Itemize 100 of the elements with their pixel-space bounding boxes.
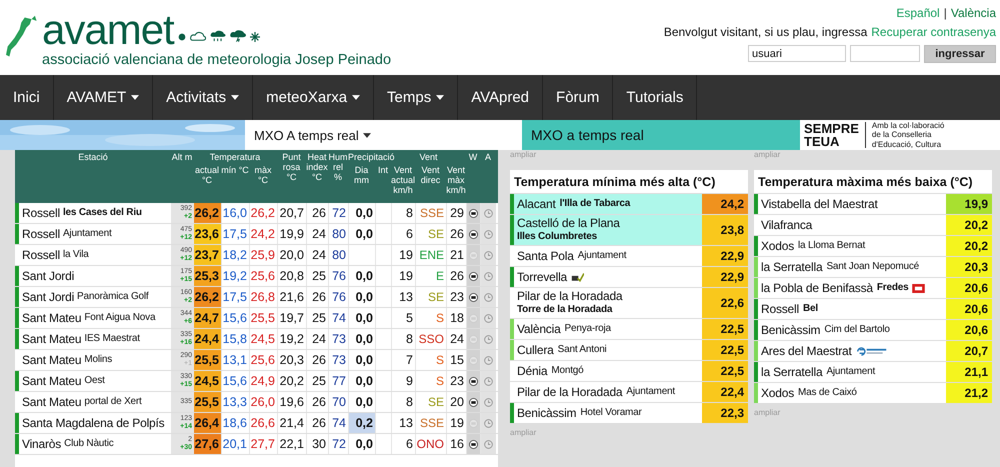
table-cell: 19,9	[277, 224, 306, 244]
station-name: Xodos	[761, 386, 794, 400]
clock-icon[interactable]	[484, 208, 493, 218]
ranking-row[interactable]: Pilar de la Horadada Ajuntament 22,4	[510, 382, 748, 403]
clock-icon[interactable]	[484, 292, 493, 302]
table-cell: SE	[415, 392, 446, 412]
table-cell: 26	[306, 350, 328, 370]
ranking-row[interactable]: Vistabella del Maestrat 19,9	[754, 194, 992, 215]
table-cell: 19,7	[277, 308, 306, 328]
clock-icon[interactable]	[484, 376, 493, 386]
ranking-row[interactable]: Torrevella 22,9	[510, 267, 748, 288]
ranking-row[interactable]: Benicàssim Hotel Voramar 22,3	[510, 403, 748, 424]
caret-icon	[362, 132, 371, 138]
precipitation-cell: 0,0	[348, 224, 375, 244]
table-cell: 20,2	[277, 371, 306, 391]
table-cell: ENE	[415, 245, 446, 265]
temperature-cell: 24,5	[193, 371, 221, 391]
clock-icon[interactable]	[484, 230, 493, 238]
ranking-row[interactable]: Cullera Sant Antoni 22,5	[510, 340, 748, 361]
station-detail: la Vila	[62, 248, 89, 262]
camera-icon[interactable]	[469, 292, 478, 302]
ranking-row[interactable]: Castelló de la Plana Illes Columbretes 23,8	[510, 215, 748, 246]
station-name: Rossell	[761, 302, 799, 316]
table-cell: 24,2	[249, 224, 277, 244]
table-cell: 26	[306, 287, 328, 307]
temperature-value: 20,2	[946, 215, 992, 235]
table-cell: 24,9	[249, 371, 277, 391]
table-cell: S	[415, 371, 446, 391]
clock-icon[interactable]	[484, 250, 493, 260]
ranking-row[interactable]: Xodos Mas de Caixó 21,2	[754, 383, 992, 404]
camera-icon[interactable]	[469, 230, 478, 238]
ranking-row[interactable]: Santa Pola Ajuntament 22,9	[510, 246, 748, 267]
cloud-icon	[190, 30, 207, 42]
logo-text[interactable]: avamet	[42, 12, 174, 48]
clock-icon[interactable]	[484, 398, 493, 406]
station-detail: la Lloma Bernat	[798, 239, 866, 253]
clock-icon[interactable]	[484, 334, 493, 344]
column-header: mín °C	[221, 164, 249, 177]
section-dropdown[interactable]: MXO A temps real	[245, 120, 522, 150]
table-cell: SE	[415, 287, 446, 307]
station-name: Benicàssim	[761, 323, 820, 337]
precipitation-cell: 0,0	[348, 266, 375, 286]
camera-icon[interactable]	[469, 272, 478, 280]
table-cell: 19	[391, 245, 415, 265]
clock-icon[interactable]	[484, 356, 493, 364]
table-cell: 80	[328, 245, 348, 265]
station-name: Rossell	[22, 248, 60, 262]
table-cell: 13	[391, 413, 415, 433]
ranking-row[interactable]: Dénia Montgó 22,5	[510, 361, 748, 382]
station-detail: les Cases del Riu	[62, 206, 142, 220]
temperature-cell: 25,3	[193, 266, 221, 286]
table-cell: 9	[391, 371, 415, 391]
temperature-value: 22,5	[702, 361, 748, 381]
table-cell: 70	[328, 392, 348, 412]
station-detail: IES Maestrat	[84, 332, 140, 346]
table-cell: 8	[391, 329, 415, 349]
clock-icon[interactable]	[484, 272, 493, 280]
ranking-row[interactable]: Rossell Bel 20,6	[754, 299, 992, 320]
language-link[interactable]: València	[950, 6, 996, 20]
password-field[interactable]	[850, 45, 920, 62]
clock-icon[interactable]	[484, 418, 493, 428]
table-cell: 17,5	[221, 224, 249, 244]
station-detail: Molins	[84, 353, 112, 367]
badge-icon	[912, 284, 926, 292]
login-button[interactable]: ingressar	[924, 45, 996, 63]
ranking-row[interactable]: Ares del Maestrat 20,7	[754, 341, 992, 362]
table-cell: 5	[391, 308, 415, 328]
table-cell: 6	[391, 434, 415, 454]
wave-logo-icon	[856, 346, 888, 356]
ranking-row[interactable]: València Penya-roja 22,5	[510, 319, 748, 340]
ranking-row[interactable]: Alacant l'Illa de Tabarca 24,2	[510, 194, 748, 215]
temperature-value: 20,3	[946, 257, 992, 277]
temperature-value: 20,7	[946, 341, 992, 361]
station-name: Sant Jordi	[22, 269, 74, 283]
table-cell: 21,4	[277, 413, 306, 433]
camera-icon[interactable]	[469, 398, 478, 406]
ranking-row[interactable]: la Serratella Ajuntament 21,1	[754, 362, 992, 383]
ranking-row[interactable]: la Serratella Sant Joan Nepomucé 20,3	[754, 257, 992, 278]
camera-icon[interactable]	[469, 208, 478, 218]
section-tab[interactable]: MXO a temps real	[522, 120, 800, 150]
clock-icon[interactable]	[484, 314, 493, 322]
camera-icon[interactable]	[469, 376, 478, 386]
ranking-row[interactable]: Xodos la Lloma Bernat 20,2	[754, 236, 992, 257]
station-detail: Club Nàutic	[64, 437, 114, 451]
table-cell: 20,8	[277, 266, 306, 286]
clock-icon[interactable]	[484, 440, 493, 448]
camera-icon[interactable]	[469, 440, 478, 448]
ranking-row[interactable]: la Pobla de Benifassà Fredes 20,6	[754, 278, 992, 299]
username-field[interactable]: usuari	[748, 45, 846, 62]
ranking-row[interactable]: Vilafranca 20,2	[754, 215, 992, 236]
station-name: Castelló de la Plana	[517, 216, 620, 230]
ranking-row[interactable]: Benicàssim Cim del Bartolo 20,6	[754, 320, 992, 341]
ranking-row[interactable]: Pilar de la Horadada Torre de la Horadada 22,6	[510, 288, 748, 319]
table-cell: 22,1	[277, 434, 306, 454]
table-cell: 26,2	[249, 203, 277, 223]
storm-icon	[230, 30, 247, 42]
precipitation-cell: 0,0	[348, 308, 375, 328]
column-header: Heat index °C	[306, 151, 328, 184]
table-cell: 73	[328, 350, 348, 370]
table-cell: 26	[306, 392, 328, 412]
